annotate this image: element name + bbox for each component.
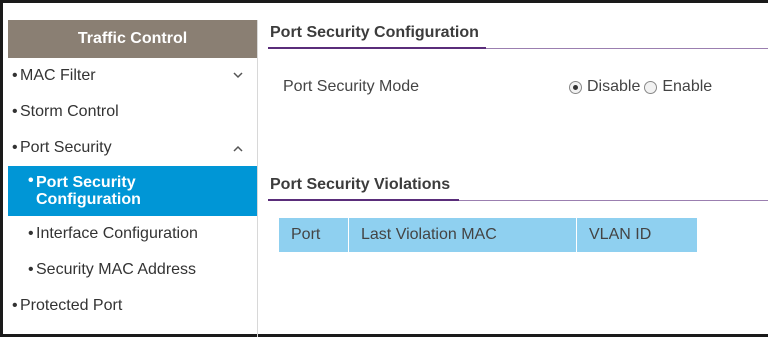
bullet-icon: • — [12, 297, 18, 314]
violations-title-rule — [459, 200, 768, 201]
chevron-down-icon[interactable] — [233, 71, 243, 79]
column-header-vlan-id[interactable]: VLAN ID — [577, 218, 697, 252]
config-section-title: Port Security Configuration — [270, 24, 479, 42]
chevron-up-icon[interactable] — [233, 145, 243, 153]
violations-title-text: Port Security Violations — [270, 176, 451, 193]
sidebar-item-port-security[interactable]: • Port Security — [8, 130, 257, 166]
sidebar-item-label: MAC Filter — [20, 67, 96, 84]
port-security-mode-radio-group: Disable Enable — [569, 78, 716, 96]
bullet-icon: • — [28, 261, 34, 278]
sidebar-item-label: Port Security Configuration — [36, 174, 141, 208]
sidebar-item-mac-filter[interactable]: • MAC Filter — [8, 58, 257, 94]
enable-radio[interactable] — [644, 80, 658, 94]
sidebar-item-label: Interface Configuration — [36, 225, 198, 242]
sidebar-item-label-line1: Port Security — [36, 174, 136, 191]
sidebar: Traffic Control • MAC Filter • Storm Con… — [8, 20, 258, 337]
sidebar-item-label: Port Security — [20, 139, 112, 156]
disable-radio[interactable] — [569, 80, 582, 94]
bullet-icon: • — [28, 225, 34, 242]
bullet-icon: • — [12, 67, 18, 84]
disable-radio-label[interactable]: Disable — [587, 78, 640, 96]
port-security-mode-label: Port Security Mode — [283, 78, 420, 95]
sidebar-item-storm-control[interactable]: • Storm Control — [8, 94, 257, 130]
sidebar-item-protected-port[interactable]: • Protected Port — [8, 288, 257, 324]
column-header-last-violation-mac[interactable]: Last Violation MAC — [349, 218, 577, 252]
violations-section-title: Port Security Violations — [270, 176, 450, 194]
sidebar-item-label: Storm Control — [20, 103, 119, 120]
bullet-icon: • — [12, 103, 18, 120]
sidebar-header: Traffic Control — [8, 20, 257, 58]
column-header-port[interactable]: Port — [279, 218, 349, 252]
sidebar-item-port-security-configuration[interactable]: • Port Security Configuration — [8, 166, 257, 216]
config-title-text: Port Security Configuration — [270, 24, 479, 41]
config-title-underline — [268, 47, 486, 49]
sidebar-item-label: Protected Port — [20, 297, 123, 314]
sidebar-item-label: Security MAC Address — [36, 261, 197, 278]
bullet-icon: • — [12, 139, 18, 156]
violations-table-header: Port Last Violation MAC VLAN ID — [279, 218, 697, 252]
enable-radio-label[interactable]: Enable — [662, 78, 712, 96]
violations-title-underline — [268, 199, 459, 201]
config-title-rule — [486, 48, 768, 49]
bullet-icon: • — [28, 172, 34, 189]
sidebar-item-interface-configuration[interactable]: • Interface Configuration — [8, 216, 257, 252]
sidebar-item-security-mac-address[interactable]: • Security MAC Address — [8, 252, 257, 288]
sidebar-item-label-line2: Configuration — [36, 191, 141, 208]
